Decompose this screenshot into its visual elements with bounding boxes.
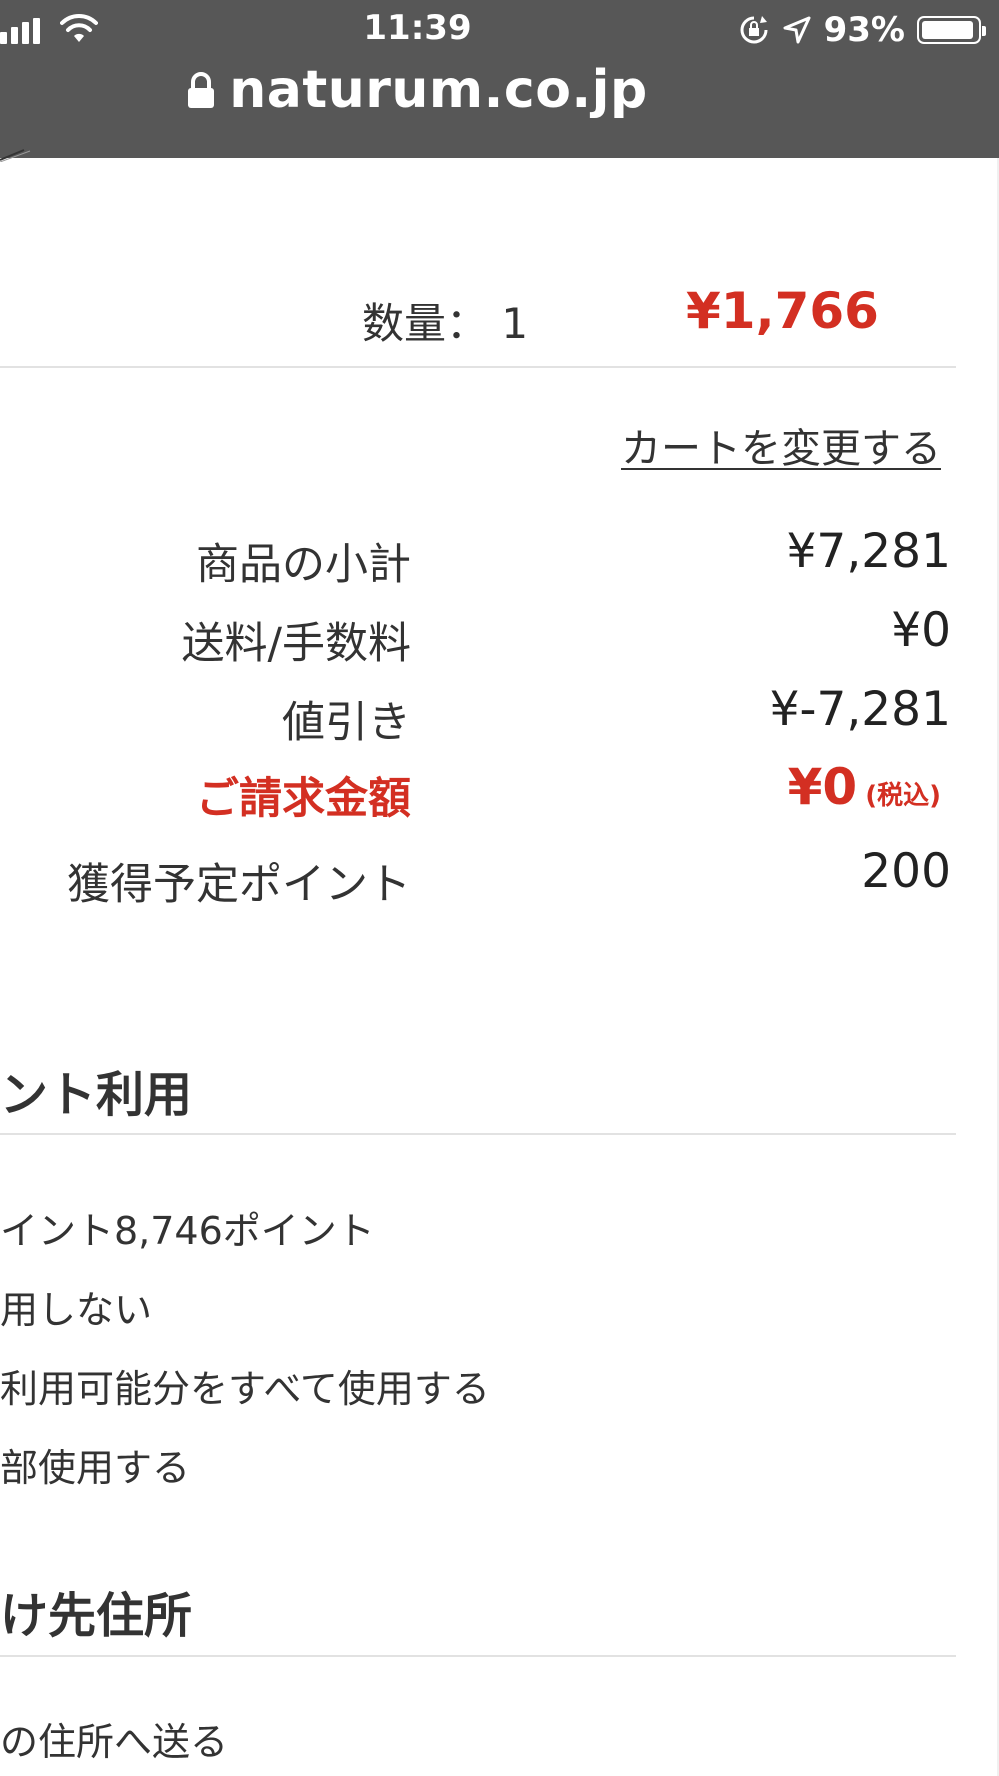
discount-label: 値引き [282,698,411,748]
address-option-send[interactable]: の住所へ送る [0,1711,228,1766]
divider [0,366,956,368]
subtotal-label: 商品の小計 [196,540,411,590]
change-cart-link[interactable]: カートを変更する [621,416,941,474]
divider [0,1655,956,1657]
url-text[interactable]: naturum.co.jp [229,60,647,120]
browser-top-bar: 11:39 93% naturum.co.jp [0,0,999,158]
lock-icon [188,72,215,108]
divider [0,1133,956,1135]
rotation-lock-icon [740,16,768,44]
tax-note: (税込) [865,781,941,811]
points-option-partial[interactable]: 部使用する [0,1437,190,1492]
status-right-group: 93% [738,8,986,52]
total-value: ¥0 [787,758,858,816]
discount-value: ¥-7,281 [769,682,951,737]
total-label: ご請求金額 [196,774,411,824]
url-bar[interactable]: naturum.co.jp [0,60,835,120]
decorative-line-icon [0,149,31,162]
points-label: 獲得予定ポイント [67,860,411,910]
battery-percent: 93% [823,10,905,50]
points-option-none[interactable]: 用しない [0,1279,152,1334]
points-section-title: ント利用 [0,1067,193,1123]
points-value: 200 [861,844,951,899]
shipping-value: ¥0 [891,603,951,658]
battery-icon [917,16,986,44]
total-row-value: ¥0 (税込) [788,758,941,816]
points-balance-text: イント8,746ポイント [0,1209,375,1253]
location-arrow-icon [783,16,811,44]
item-price: ¥1,766 [686,282,879,340]
address-section-title: け先住所 [0,1588,193,1644]
quantity-label: 数量： 1 [362,299,529,348]
status-time: 11:39 [363,8,472,48]
shipping-label: 送料/手数料 [181,619,412,669]
points-option-all[interactable]: 利用可能分をすべて使用する [0,1358,490,1413]
subtotal-value: ¥7,281 [786,524,951,579]
